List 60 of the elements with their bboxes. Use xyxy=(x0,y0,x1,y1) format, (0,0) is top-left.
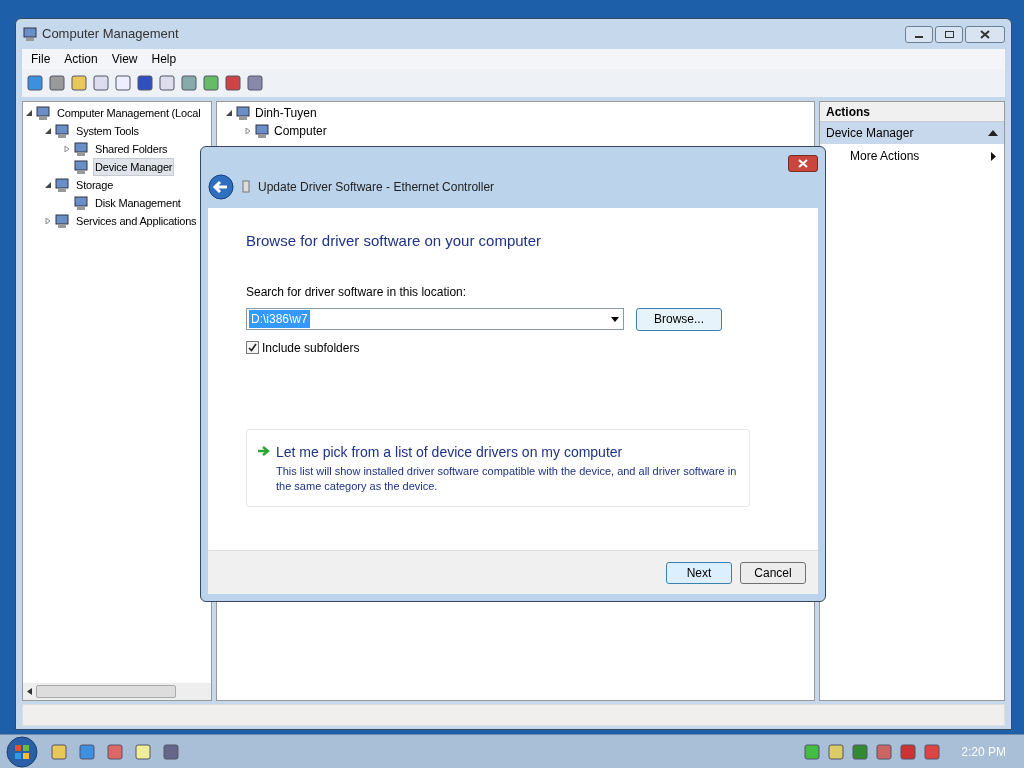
tree-item[interactable]: Storage xyxy=(74,175,116,195)
collapsed-arrow-icon[interactable] xyxy=(244,127,252,135)
option-description: This list will show installed driver software compatible with the device, and all driver software in the same category as the device. xyxy=(276,463,738,494)
actions-header: Actions xyxy=(820,102,1004,122)
tree-node-icon xyxy=(235,105,251,121)
actions-section[interactable]: Device Manager xyxy=(820,122,1004,144)
tree-item[interactable]: Shared Folders xyxy=(93,139,170,159)
expanded-arrow-icon[interactable] xyxy=(25,109,33,117)
close-button[interactable] xyxy=(788,155,818,172)
option-link-card[interactable]: Let me pick from a list of device drivers on my computer This list will show installed driver software compatible with the device, and all driver software in the same category as the device. xyxy=(246,428,750,507)
tree-item[interactable]: Device Manager xyxy=(93,157,175,177)
tree-item[interactable]: Computer xyxy=(274,122,327,140)
expanded-arrow-icon[interactable] xyxy=(44,181,52,189)
location-label: Search for driver software in this location: xyxy=(246,283,468,301)
tree-node-icon xyxy=(73,159,89,175)
arrow-icon xyxy=(257,444,270,457)
action-item[interactable]: More Actions xyxy=(850,144,1004,168)
expanded-arrow-icon[interactable] xyxy=(44,127,52,135)
tree-item[interactable]: Disk Management xyxy=(93,193,183,213)
tree-node-icon xyxy=(22,26,38,42)
dialog-button[interactable]: Next xyxy=(666,561,732,584)
scroll-left-icon[interactable] xyxy=(27,688,32,695)
tree-item[interactable]: Computer Management (Local xyxy=(55,103,203,123)
collapse-arrow-icon[interactable] xyxy=(988,130,998,136)
window-title: Computer Management xyxy=(42,25,179,44)
tree-node-icon xyxy=(254,123,270,139)
browse-button[interactable]: Browse... xyxy=(636,307,722,331)
menu-item[interactable]: Help xyxy=(146,50,182,68)
tree-node-icon xyxy=(35,105,51,121)
maximize-button[interactable] xyxy=(935,25,963,43)
dialog-button[interactable]: Cancel xyxy=(740,561,806,584)
device-icon xyxy=(242,180,250,194)
tree-node-icon xyxy=(73,141,89,157)
close-icon xyxy=(798,159,808,168)
menu-item[interactable]: Action xyxy=(59,50,103,68)
tree-item[interactable]: System Tools xyxy=(74,121,141,141)
tree-node-icon xyxy=(73,195,89,211)
tree-item[interactable]: Dinh-Tuyen xyxy=(255,104,317,122)
minimize-button[interactable] xyxy=(905,25,933,43)
tree-node-icon xyxy=(54,177,70,193)
tree-node-icon xyxy=(54,213,70,229)
menu-item[interactable]: View xyxy=(106,50,143,68)
close-button[interactable] xyxy=(965,25,1005,43)
submenu-arrow-icon xyxy=(991,151,996,161)
menu-item[interactable]: File xyxy=(26,50,56,68)
expanded-arrow-icon[interactable] xyxy=(225,109,233,117)
tree-node-icon xyxy=(54,123,70,139)
clock: 2:20 PM xyxy=(960,743,1007,761)
close-icon xyxy=(980,29,990,39)
collapsed-arrow-icon[interactable] xyxy=(44,217,52,225)
dialog-title: Update Driver Software - Ethernet Controller xyxy=(258,179,495,196)
checkbox[interactable] xyxy=(246,341,259,354)
horizontal-scrollbar[interactable] xyxy=(23,683,211,700)
dropdown-arrow-icon[interactable] xyxy=(611,316,619,322)
start-button[interactable] xyxy=(4,735,40,768)
checkbox-label: Include subfolders xyxy=(262,339,360,357)
tree-item[interactable]: Services and Applications xyxy=(74,211,199,231)
collapsed-arrow-icon[interactable] xyxy=(63,145,71,153)
dialog-heading: Browse for driver software on your computer xyxy=(246,231,543,251)
option-title: Let me pick from a list of device drivers on my computer xyxy=(276,442,624,462)
